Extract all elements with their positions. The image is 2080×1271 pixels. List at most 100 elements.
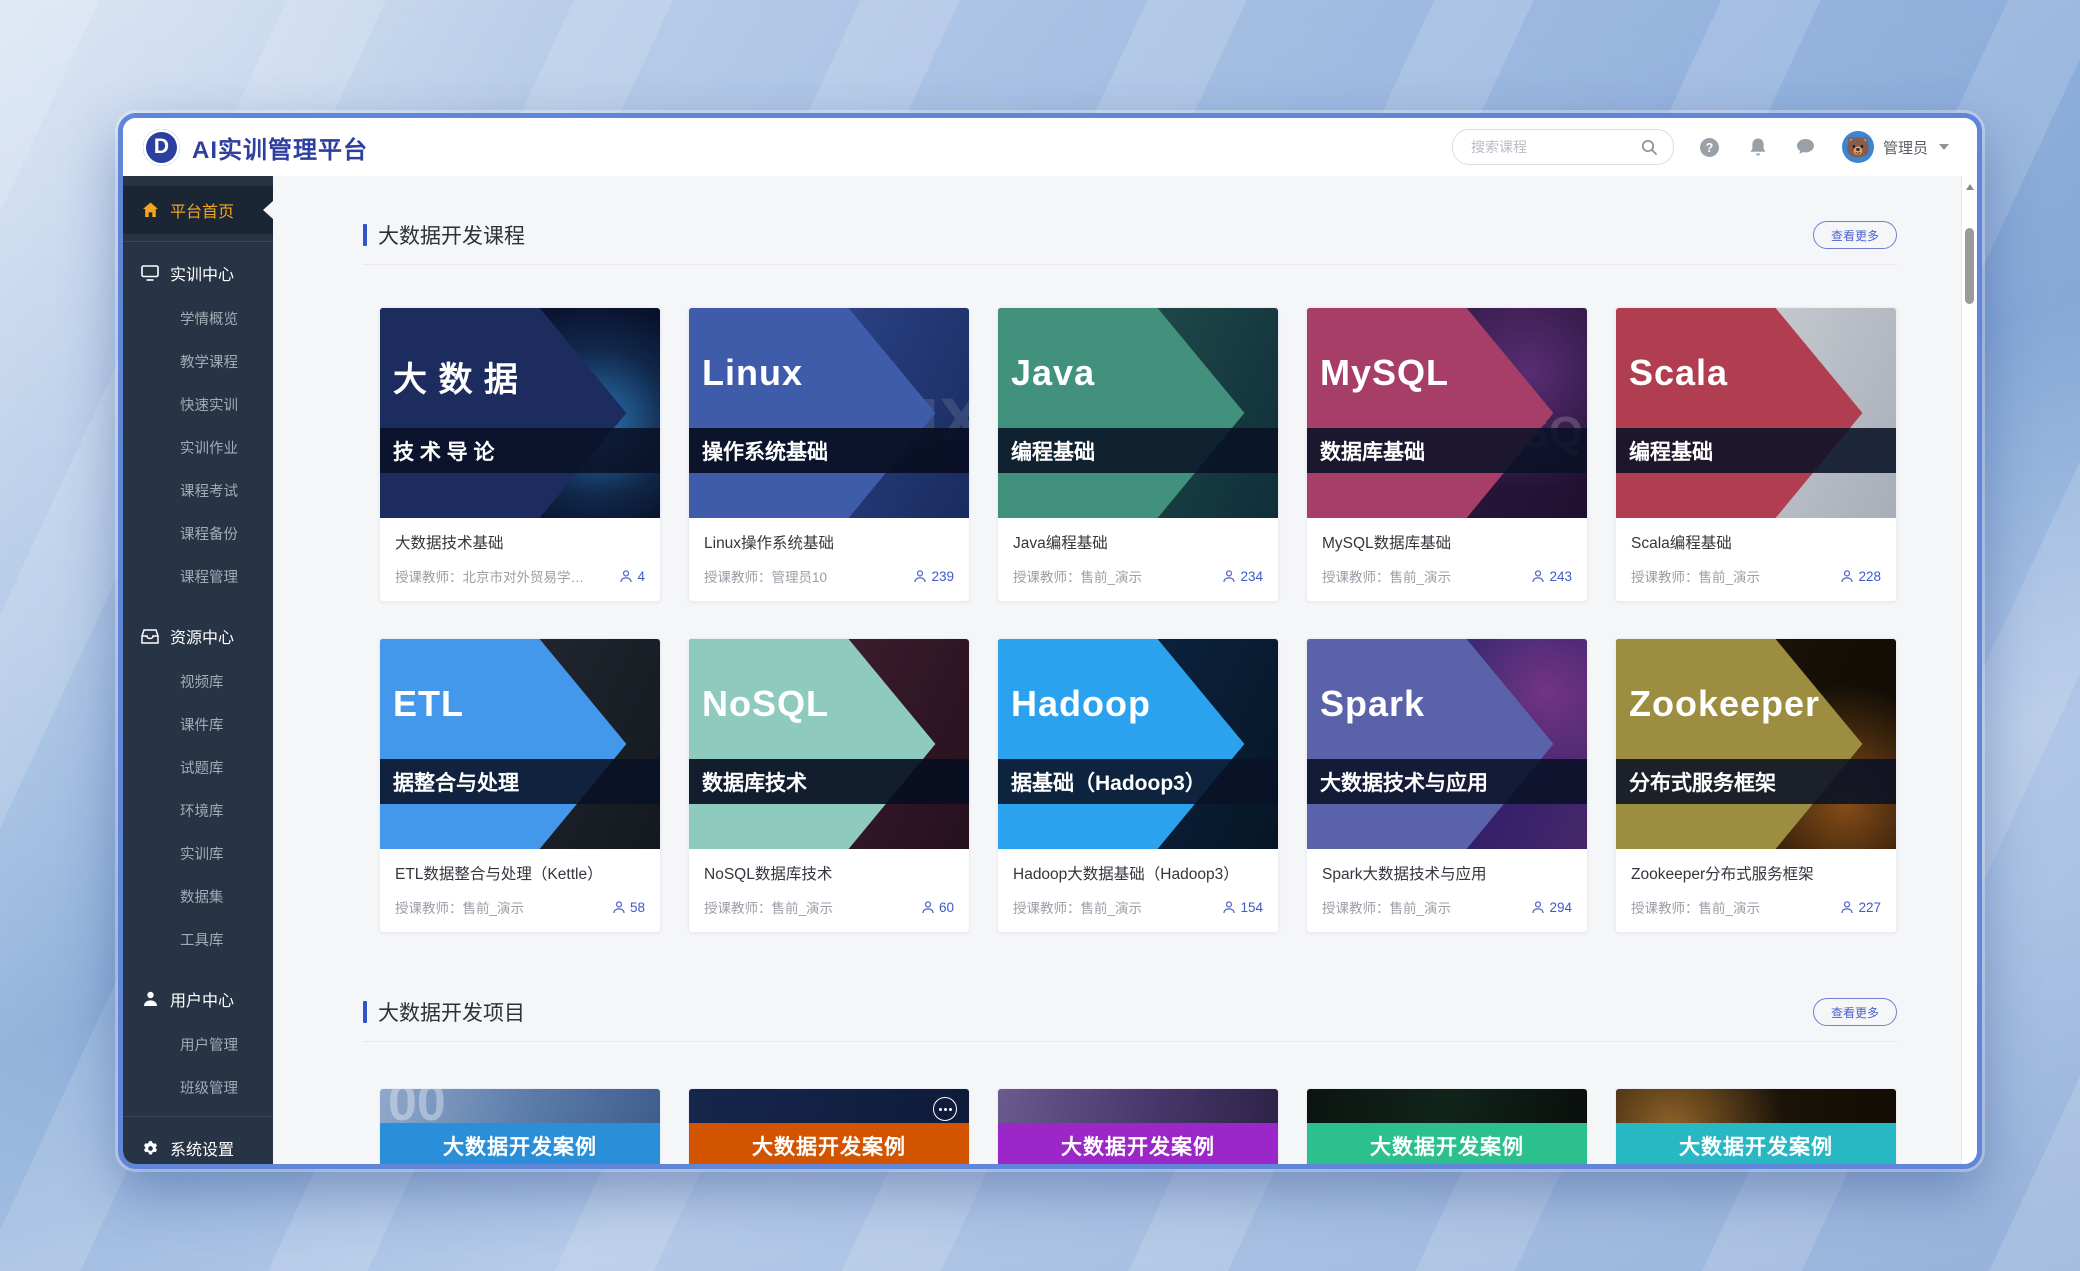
course-info: Java编程基础 授课教师：售前_演示 234	[998, 518, 1278, 601]
person-icon	[1532, 570, 1544, 583]
course-thumbnail: 大 数 据 技 术 导 论	[380, 308, 660, 518]
person-icon	[613, 901, 625, 914]
student-count: 239	[914, 569, 954, 584]
course-info: Spark大数据技术与应用 授课教师：售前_演示 294	[1307, 849, 1587, 932]
course-info: Zookeeper分布式服务框架 授课教师：售前_演示 227	[1616, 849, 1896, 932]
course-info: MySQL数据库基础 授课教师：售前_演示 243	[1307, 518, 1587, 601]
view-more-button[interactable]: 查看更多	[1813, 221, 1897, 249]
project-card[interactable]: 大数据开发案例	[997, 1088, 1279, 1164]
project-image	[1616, 1089, 1896, 1123]
sidebar-item-training-center[interactable]: 实训中心	[123, 249, 273, 297]
student-count: 154	[1223, 900, 1263, 915]
course-card[interactable]: Hadoop 据基础（Hadoop3） Hadoop大数据基础（Hadoop3）…	[997, 638, 1279, 933]
thumb-title: Zookeeper	[1629, 683, 1888, 725]
sidebar-subitem[interactable]: 学情概览	[123, 297, 273, 340]
course-grid-row1: 大 数 据 技 术 导 论 大数据技术基础 授课教师：北京市对外贸易学校教...…	[379, 307, 1897, 602]
help-icon[interactable]: ?	[1698, 135, 1722, 159]
avatar[interactable]: 🐻	[1842, 131, 1874, 163]
course-card[interactable]: Spark 大数据技术与应用 Spark大数据技术与应用 授课教师：售前_演示 …	[1306, 638, 1588, 933]
course-thumbnail: Spark 大数据技术与应用	[1307, 639, 1587, 849]
sidebar-subitem[interactable]: 数据集	[123, 875, 273, 918]
project-card[interactable]: 大数据开发案例	[1615, 1088, 1897, 1164]
thumb-title: Java	[1011, 352, 1270, 394]
sidebar-subitem[interactable]: 视频库	[123, 660, 273, 703]
bell-icon[interactable]	[1746, 135, 1770, 159]
course-card[interactable]: Java 编程基础 Java编程基础 授课教师：售前_演示 234	[997, 307, 1279, 602]
arrow-shape	[689, 639, 969, 849]
thumb-title: Scala	[1629, 352, 1888, 394]
course-title: Linux操作系统基础	[704, 531, 954, 553]
course-title: ETL数据整合与处理（Kettle）	[395, 862, 645, 884]
message-icon[interactable]	[1794, 135, 1818, 159]
scrollbar[interactable]	[1961, 176, 1977, 1164]
course-info: ETL数据整合与处理（Kettle） 授课教师：售前_演示 58	[380, 849, 660, 932]
user-name: 管理员	[1883, 137, 1928, 158]
course-thumbnail: Java 编程基础	[998, 308, 1278, 518]
header-actions: ? 🐻 管理员	[1452, 129, 1949, 165]
sidebar-item-user-center[interactable]: 用户中心	[123, 975, 273, 1023]
course-thumbnail: ETL 据整合与处理	[380, 639, 660, 849]
course-title: 大数据技术基础	[395, 531, 645, 553]
ellipsis-icon	[933, 1097, 957, 1121]
course-thumbnail: NoSQL 数据库技术	[689, 639, 969, 849]
course-card[interactable]: NoSQL 数据库技术 NoSQL数据库技术 授课教师：售前_演示 60	[688, 638, 970, 933]
sidebar-subitem[interactable]: 班级管理	[123, 1066, 273, 1109]
course-card[interactable]: inux Linux 操作系统基础 Linux操作系统基础 授课教师：管理员10…	[688, 307, 970, 602]
project-card[interactable]: 大数据开发案例	[688, 1088, 970, 1164]
sidebar-item-settings[interactable]: 系统设置	[123, 1124, 273, 1169]
sidebar-subitem[interactable]: 教学课程	[123, 340, 273, 383]
course-title: Scala编程基础	[1631, 531, 1881, 553]
sidebar-item-resource-center[interactable]: 资源中心	[123, 612, 273, 660]
sidebar-subitem[interactable]: 实训作业	[123, 426, 273, 469]
scroll-up-arrow-icon[interactable]	[1966, 184, 1974, 190]
search-input[interactable]	[1469, 138, 1637, 156]
course-teacher: 授课教师：售前_演示	[1322, 566, 1451, 586]
student-count: 60	[922, 900, 954, 915]
project-image	[998, 1089, 1278, 1123]
person-icon	[922, 901, 934, 914]
sidebar-subitem[interactable]: 课程备份	[123, 512, 273, 555]
window-body: 平台首页 实训中心 学情概览 教学课程 快速实训 实训作业 课程考试 课程备份 …	[123, 176, 1977, 1164]
thumb-subtitle: 据基础（Hadoop3）	[998, 759, 1278, 804]
thumb-subtitle: 大数据技术与应用	[1307, 759, 1587, 804]
project-banner: 大数据开发案例	[1307, 1123, 1587, 1164]
sidebar-subitem[interactable]: 实训库	[123, 832, 273, 875]
sidebar-item-home[interactable]: 平台首页	[123, 186, 273, 234]
sidebar-subitem[interactable]: 课程考试	[123, 469, 273, 512]
course-card[interactable]: Scala 编程基础 Scala编程基础 授课教师：售前_演示 228	[1615, 307, 1897, 602]
section-title: 大数据开发课程	[363, 220, 525, 250]
course-grid-row2: ETL 据整合与处理 ETL数据整合与处理（Kettle） 授课教师：售前_演示…	[379, 638, 1897, 933]
inbox-icon	[141, 627, 159, 645]
course-card[interactable]: ETL 据整合与处理 ETL数据整合与处理（Kettle） 授课教师：售前_演示…	[379, 638, 661, 933]
thumb-title: NoSQL	[702, 683, 961, 725]
course-thumbnail: Hadoop 据基础（Hadoop3）	[998, 639, 1278, 849]
sidebar-subitem[interactable]: 快速实训	[123, 383, 273, 426]
scrollbar-thumb[interactable]	[1965, 228, 1974, 304]
monitor-icon	[141, 264, 159, 282]
person-icon	[1841, 570, 1853, 583]
course-info: 大数据技术基础 授课教师：北京市对外贸易学校教... 4	[380, 518, 660, 601]
svg-text:?: ?	[1706, 141, 1714, 155]
thumb-subtitle: 编程基础	[998, 428, 1278, 473]
view-more-button[interactable]: 查看更多	[1813, 998, 1897, 1026]
search-box[interactable]	[1452, 129, 1674, 165]
person-icon	[1841, 901, 1853, 914]
sidebar-subitem[interactable]: 课件库	[123, 703, 273, 746]
course-title: NoSQL数据库技术	[704, 862, 954, 884]
search-icon[interactable]	[1637, 135, 1661, 159]
sidebar-subitem[interactable]: 工具库	[123, 918, 273, 961]
sidebar-subitem[interactable]: 课程管理	[123, 555, 273, 598]
user-menu[interactable]: 🐻 管理员	[1842, 131, 1949, 163]
course-teacher: 授课教师：售前_演示	[1631, 566, 1760, 586]
course-card[interactable]: Zookeeper 分布式服务框架 Zookeeper分布式服务框架 授课教师：…	[1615, 638, 1897, 933]
sidebar-subitem[interactable]: 环境库	[123, 789, 273, 832]
course-card[interactable]: 大 数 据 技 术 导 论 大数据技术基础 授课教师：北京市对外贸易学校教...…	[379, 307, 661, 602]
sidebar-subitem[interactable]: 用户管理	[123, 1023, 273, 1066]
person-icon	[1532, 901, 1544, 914]
course-card[interactable]: MySQ MySQL 数据库基础 MySQL数据库基础 授课教师：售前_演示 2…	[1306, 307, 1588, 602]
project-card[interactable]: 大数据开发案例	[1306, 1088, 1588, 1164]
sidebar-subitem[interactable]: 试题库	[123, 746, 273, 789]
ghost-text: 00	[388, 1089, 446, 1133]
project-card[interactable]: 00 大数据开发案例	[379, 1088, 661, 1164]
course-thumbnail: MySQ MySQL 数据库基础	[1307, 308, 1587, 518]
